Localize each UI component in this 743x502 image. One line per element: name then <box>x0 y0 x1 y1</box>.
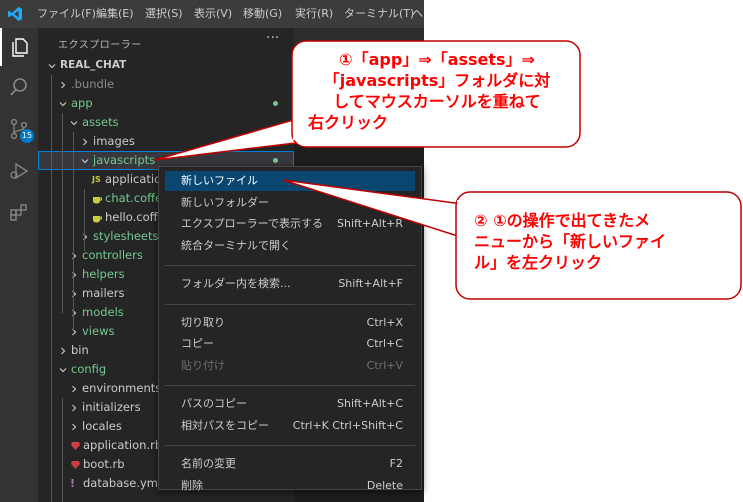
callout-one-text: ①「app」⇒「assets」⇒ 「javascripts」フォルダに対 してマ… <box>308 50 551 132</box>
callout-two-pointer <box>282 179 471 242</box>
callout-two-text: ② ①の操作で出てきたメ ニューから「新しいファイ ル」を左クリック <box>474 211 667 272</box>
